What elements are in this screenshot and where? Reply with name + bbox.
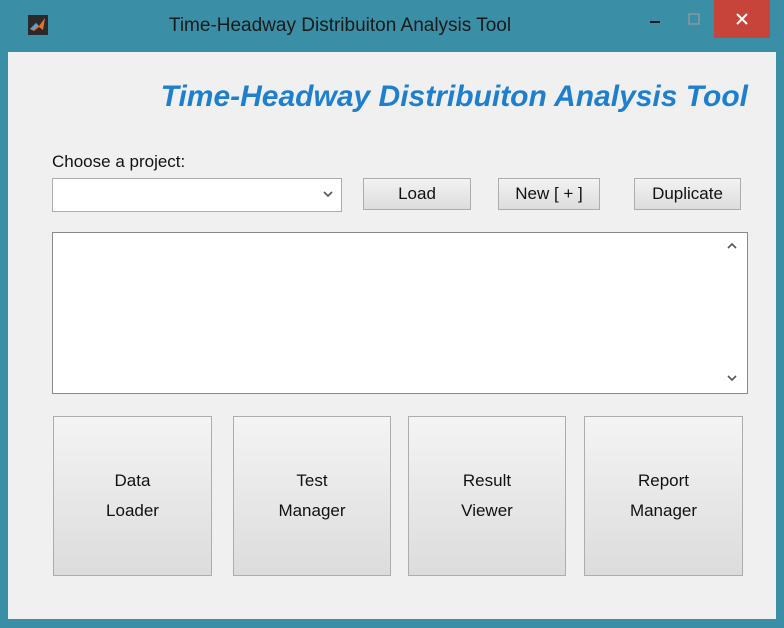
minimize-icon: [650, 21, 660, 23]
test-manager-button[interactable]: Test Manager: [233, 416, 391, 576]
data-loader-label-1: Data: [114, 471, 151, 490]
data-loader-button[interactable]: Data Loader: [53, 416, 212, 576]
test-manager-label-1: Test: [296, 471, 328, 490]
choose-project-label: Choose a project:: [52, 152, 186, 171]
report-manager-label-1: Report: [637, 471, 690, 490]
app-window: Time-Headway Distribuiton Analysis Tool …: [0, 0, 784, 628]
result-viewer-label-1: Result: [462, 471, 512, 490]
result-viewer-button[interactable]: Result Viewer: [408, 416, 566, 576]
load-button[interactable]: Load: [363, 178, 471, 210]
duplicate-button[interactable]: Duplicate: [634, 178, 741, 210]
window-title: Time-Headway Distribuiton Analysis Tool: [168, 15, 512, 36]
client-area: Time-Headway Distribuiton Analysis Tool …: [8, 52, 776, 619]
project-info-listbox[interactable]: [52, 232, 748, 394]
test-manager-label-2: Manager: [278, 501, 346, 520]
chevron-down-icon[interactable]: [725, 371, 739, 385]
maximize-button[interactable]: [674, 0, 714, 38]
title-bar[interactable]: Time-Headway Distribuiton Analysis Tool: [0, 0, 784, 52]
result-viewer-label-2: Viewer: [461, 501, 513, 520]
project-select[interactable]: [52, 178, 342, 212]
page-title: Time-Headway Distribuiton Analysis Tool: [160, 80, 748, 113]
new-project-button[interactable]: New [ + ]: [498, 178, 600, 210]
maximize-icon: [688, 13, 700, 25]
minimize-button[interactable]: [636, 0, 674, 38]
close-icon: [736, 13, 748, 25]
data-loader-label-2: Loader: [106, 501, 159, 520]
close-button[interactable]: [714, 0, 770, 38]
report-manager-label-2: Manager: [629, 501, 698, 520]
report-manager-button[interactable]: Report Manager: [584, 416, 743, 576]
chevron-down-icon: [323, 191, 333, 198]
chevron-up-icon[interactable]: [725, 239, 739, 253]
